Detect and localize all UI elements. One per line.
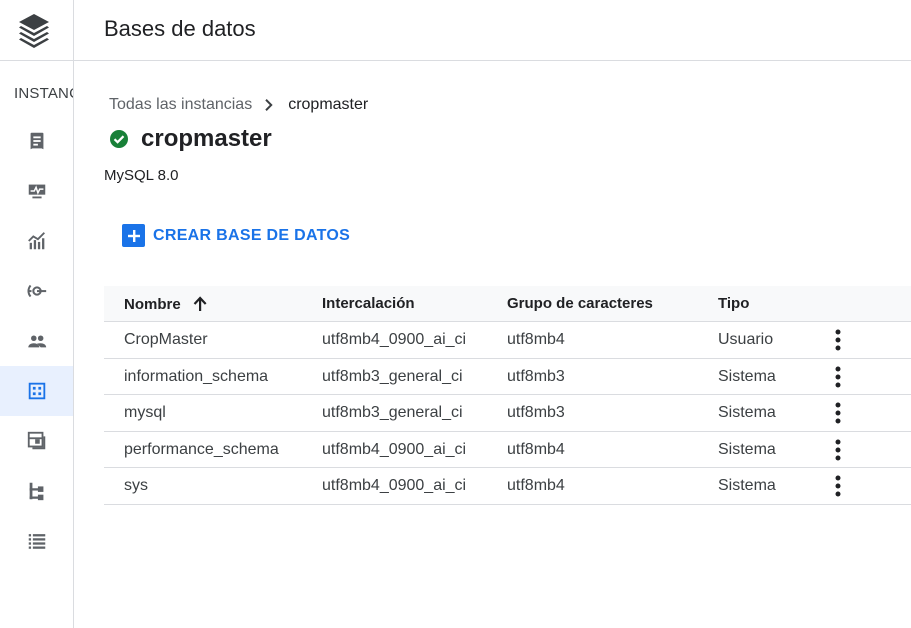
breadcrumb: Todas las instancias cropmaster: [109, 96, 368, 114]
cell-collation: utf8mb4_0900_ai_ci: [322, 477, 467, 495]
more-vert-icon[interactable]: [830, 438, 846, 462]
replicas-icon: [29, 482, 43, 501]
cell-collation: utf8mb3_general_ci: [322, 404, 463, 422]
cell-type: Sistema: [718, 367, 776, 385]
more-vert-icon[interactable]: [830, 328, 846, 352]
rail-item-users[interactable]: [0, 316, 73, 366]
cell-charset: utf8mb4: [507, 477, 565, 495]
page-title: Bases de datos: [104, 16, 256, 41]
instance-name: cropmaster: [141, 125, 272, 152]
table-row: mysql utf8mb3_general_ci utf8mb3 Sistema: [104, 395, 911, 432]
cell-type: Sistema: [718, 477, 776, 495]
cell-name: mysql: [124, 404, 166, 422]
instance-version: MySQL 8.0: [104, 167, 179, 184]
rail-item-databases[interactable]: [0, 366, 73, 416]
rail-item-operations[interactable]: [0, 516, 73, 566]
rail-item-replicas[interactable]: [0, 466, 73, 516]
page-header: Bases de datos: [74, 0, 911, 61]
sql-logo-icon[interactable]: [17, 12, 51, 50]
databases-table: Nombre Intercalación Grupo de caracteres…: [104, 286, 911, 505]
plus-icon: [122, 224, 145, 247]
cell-type: Usuario: [718, 331, 774, 348]
column-header-name-label: Nombre: [124, 295, 181, 313]
more-vert-icon[interactable]: [830, 474, 846, 498]
rail-item-monitoring[interactable]: [0, 166, 73, 216]
cell-name: CropMaster: [124, 331, 208, 348]
cell-name: information_schema: [124, 367, 269, 385]
cell-collation: utf8mb3_general_ci: [322, 367, 463, 385]
rail-item-backups[interactable]: [0, 416, 73, 466]
table-row: CropMaster utf8mb4_0900_ai_ci utf8mb4 Us…: [104, 322, 911, 359]
column-header-charset[interactable]: Grupo de caracteres: [507, 295, 653, 312]
rail-item-connections[interactable]: [0, 266, 73, 316]
table-row: information_schema utf8mb3_general_ci ut…: [104, 359, 911, 396]
cell-name: performance_schema: [124, 440, 279, 458]
cell-collation: utf8mb4_0900_ai_ci: [322, 440, 467, 458]
cell-collation: utf8mb4_0900_ai_ci: [322, 331, 467, 348]
arrow-up-icon: [193, 296, 207, 311]
rail-item-query-insights[interactable]: [0, 216, 73, 266]
connections-icon: [26, 284, 46, 298]
rail-section-label: INSTANCIAS: [14, 85, 73, 102]
breadcrumb-current: cropmaster: [288, 96, 369, 113]
create-database-label: CREAR BASE DE DATOS: [153, 226, 351, 244]
cell-charset: utf8mb3: [507, 367, 565, 385]
more-vert-icon[interactable]: [830, 365, 846, 389]
breadcrumb-all-instances-link[interactable]: Todas las instancias: [109, 96, 252, 114]
cell-charset: utf8mb4: [507, 440, 565, 458]
instance-title-row: cropmaster: [109, 125, 272, 153]
rail-divider: [0, 60, 73, 61]
users-icon: [27, 335, 46, 348]
check-circle-icon: [110, 130, 128, 148]
more-vert-icon[interactable]: [830, 401, 846, 425]
cell-type: Sistema: [718, 404, 776, 422]
cell-type: Sistema: [718, 440, 776, 458]
create-database-button[interactable]: CREAR BASE DE DATOS: [122, 224, 350, 247]
databases-icon: [28, 382, 45, 400]
cell-charset: utf8mb4: [507, 331, 565, 348]
rail-item-overview[interactable]: [0, 116, 73, 166]
chevron-right-icon: [265, 99, 273, 111]
table-header-row: Nombre Intercalación Grupo de caracteres…: [104, 286, 911, 322]
backups-icon: [27, 431, 45, 450]
operations-icon: [28, 534, 45, 549]
column-header-type[interactable]: Tipo: [718, 295, 749, 312]
cell-charset: utf8mb3: [507, 404, 565, 422]
column-header-name[interactable]: Nombre: [124, 295, 209, 313]
query-insights-icon: [27, 232, 45, 250]
column-header-collation[interactable]: Intercalación: [322, 295, 415, 312]
table-row: performance_schema utf8mb4_0900_ai_ci ut…: [104, 432, 911, 469]
table-row: sys utf8mb4_0900_ai_ci utf8mb4 Sistema: [104, 468, 911, 505]
cell-name: sys: [124, 477, 148, 495]
overview-icon: [30, 132, 43, 150]
monitoring-icon: [28, 184, 45, 199]
left-rail: INSTANCIAS: [0, 0, 74, 628]
